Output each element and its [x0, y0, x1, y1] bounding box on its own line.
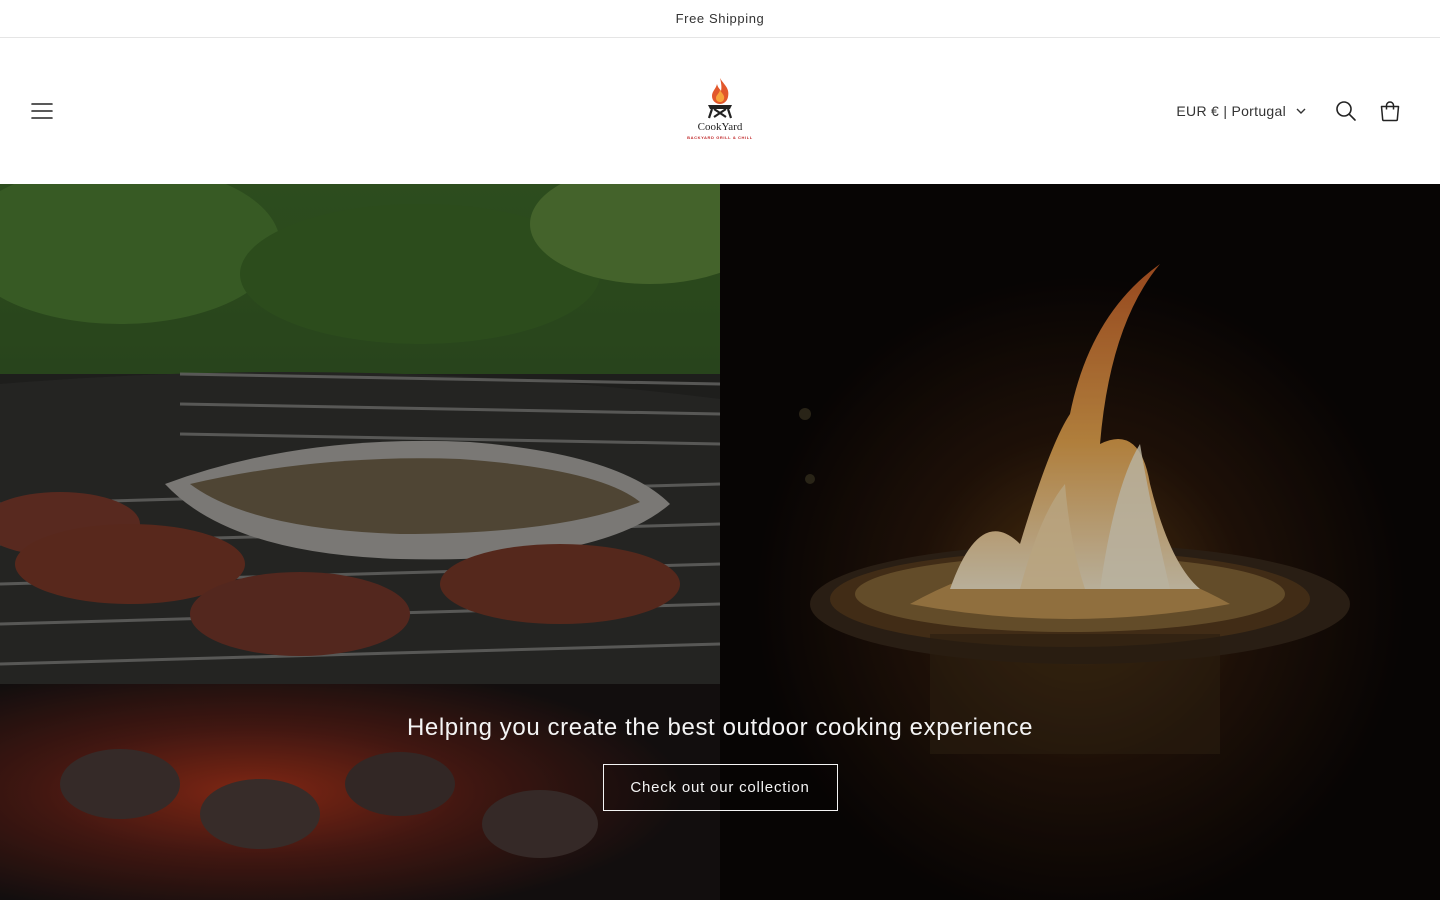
header-actions: EUR € | Portugal	[1176, 38, 1412, 184]
currency-label: EUR € | Portugal	[1176, 103, 1286, 119]
currency-selector[interactable]: EUR € | Portugal	[1176, 103, 1306, 119]
flame-grill-logo-icon	[707, 78, 733, 119]
logo[interactable]: CookYard BACKYARD GRILL & CHILL	[685, 76, 755, 148]
chevron-down-icon	[1296, 108, 1306, 114]
announcement-text: Free Shipping	[675, 11, 765, 26]
search-button[interactable]	[1324, 89, 1368, 133]
collection-button[interactable]: Check out our collection	[602, 764, 838, 811]
cart-button[interactable]	[1368, 89, 1412, 133]
hero-heading: Helping you create the best outdoor cook…	[406, 714, 1034, 741]
site-header: CookYard BACKYARD GRILL & CHILL EUR € | …	[0, 38, 1440, 184]
cart-icon	[1380, 101, 1400, 122]
menu-button[interactable]	[28, 97, 56, 125]
hero-content: Helping you create the best outdoor cook…	[0, 714, 1440, 811]
search-icon	[1336, 101, 1356, 121]
menu-icon	[31, 103, 53, 119]
announcement-bar: Free Shipping	[0, 0, 1440, 38]
hero-banner: Helping you create the best outdoor cook…	[0, 184, 1440, 900]
logo-tagline: BACKYARD GRILL & CHILL	[687, 135, 753, 140]
logo-name: CookYard	[697, 121, 743, 133]
